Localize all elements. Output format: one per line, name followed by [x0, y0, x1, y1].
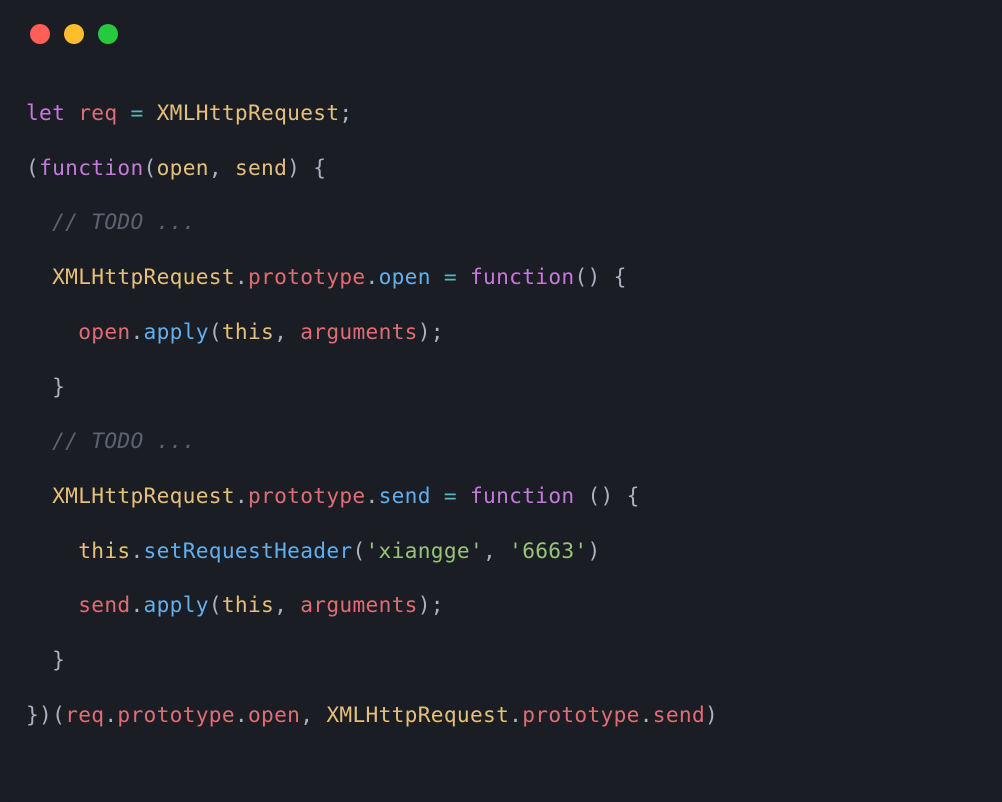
dot: .: [235, 264, 248, 289]
indent: [26, 428, 52, 453]
method-open: open: [379, 264, 431, 289]
prop-prototype: prototype: [248, 264, 366, 289]
class-xmlhttprequest: XMLHttpRequest: [52, 483, 235, 508]
dot: .: [130, 538, 143, 563]
code-line: let req = XMLHttpRequest;: [26, 86, 976, 141]
dot: .: [366, 483, 379, 508]
operator-equals: =: [130, 100, 143, 125]
comma: ,: [300, 702, 326, 727]
paren-semi: );: [418, 319, 444, 344]
string-6663: '6663': [509, 538, 587, 563]
method-apply: apply: [144, 592, 209, 617]
indent: [26, 209, 52, 234]
param-open: open: [157, 155, 209, 180]
comment-todo: // TODO ...: [52, 428, 196, 453]
code-line: // TODO ...: [26, 414, 976, 469]
var-send: send: [78, 592, 130, 617]
dot: .: [104, 702, 117, 727]
dot: .: [366, 264, 379, 289]
indent: [26, 647, 52, 672]
code-line: open.apply(this, arguments);: [26, 305, 976, 360]
operator-equals: =: [444, 264, 457, 289]
code-window: let req = XMLHttpRequest; (function(open…: [0, 0, 1002, 802]
keyword-function: function: [470, 264, 574, 289]
parens-brace: () {: [574, 483, 639, 508]
dot: .: [509, 702, 522, 727]
keyword-function: function: [470, 483, 574, 508]
indent: [26, 264, 52, 289]
code-line: XMLHttpRequest.prototype.open = function…: [26, 250, 976, 305]
paren: ): [587, 538, 600, 563]
keyword-this: this: [222, 319, 274, 344]
paren: (: [26, 155, 39, 180]
indent: [26, 538, 78, 563]
code-line: (function(open, send) {: [26, 141, 976, 196]
dot: .: [130, 592, 143, 617]
paren: (: [209, 592, 222, 617]
paren-semi: );: [418, 592, 444, 617]
var-open: open: [78, 319, 130, 344]
code-line: }: [26, 360, 976, 415]
variable-req: req: [78, 100, 117, 125]
comment-todo: // TODO ...: [52, 209, 196, 234]
code-editor[interactable]: let req = XMLHttpRequest; (function(open…: [0, 56, 1002, 762]
paren: ): [705, 702, 718, 727]
paren-brace: ) {: [287, 155, 326, 180]
dot: .: [640, 702, 653, 727]
paren: (: [209, 319, 222, 344]
paren: (: [144, 155, 157, 180]
brace: }: [52, 374, 65, 399]
operator-equals: =: [444, 483, 457, 508]
semicolon: ;: [339, 100, 352, 125]
prop-open: open: [248, 702, 300, 727]
dot: .: [235, 483, 248, 508]
dot: .: [130, 319, 143, 344]
string-xiangge: 'xiangge': [366, 538, 484, 563]
keyword-let: let: [26, 100, 65, 125]
paren: (: [352, 538, 365, 563]
var-arguments: arguments: [300, 592, 418, 617]
comma: ,: [483, 538, 509, 563]
dot: .: [235, 702, 248, 727]
indent: [26, 592, 78, 617]
code-line: })(req.prototype.open, XMLHttpRequest.pr…: [26, 688, 976, 743]
prop-prototype: prototype: [522, 702, 640, 727]
keyword-this: this: [222, 592, 274, 617]
code-line: }: [26, 633, 976, 688]
comma: ,: [274, 592, 300, 617]
brace: }: [52, 647, 65, 672]
brace-paren: })(: [26, 702, 65, 727]
prop-prototype: prototype: [117, 702, 235, 727]
method-send: send: [379, 483, 431, 508]
code-line: XMLHttpRequest.prototype.send = function…: [26, 469, 976, 524]
class-xmlhttprequest: XMLHttpRequest: [157, 100, 340, 125]
indent: [26, 319, 78, 344]
comma: ,: [274, 319, 300, 344]
keyword-function: function: [39, 155, 143, 180]
indent: [26, 374, 52, 399]
maximize-icon[interactable]: [98, 24, 118, 44]
parens-brace: () {: [574, 264, 626, 289]
var-arguments: arguments: [300, 319, 418, 344]
code-line: // TODO ...: [26, 195, 976, 250]
indent: [26, 483, 52, 508]
prop-send: send: [653, 702, 705, 727]
var-req: req: [65, 702, 104, 727]
code-line: send.apply(this, arguments);: [26, 578, 976, 633]
comma: ,: [209, 155, 235, 180]
minimize-icon[interactable]: [64, 24, 84, 44]
code-line: this.setRequestHeader('xiangge', '6663'): [26, 524, 976, 579]
prop-prototype: prototype: [248, 483, 366, 508]
close-icon[interactable]: [30, 24, 50, 44]
method-setrequestheader: setRequestHeader: [144, 538, 353, 563]
class-xmlhttprequest: XMLHttpRequest: [326, 702, 509, 727]
param-send: send: [235, 155, 287, 180]
titlebar: [0, 0, 1002, 56]
class-xmlhttprequest: XMLHttpRequest: [52, 264, 235, 289]
keyword-this: this: [78, 538, 130, 563]
method-apply: apply: [144, 319, 209, 344]
